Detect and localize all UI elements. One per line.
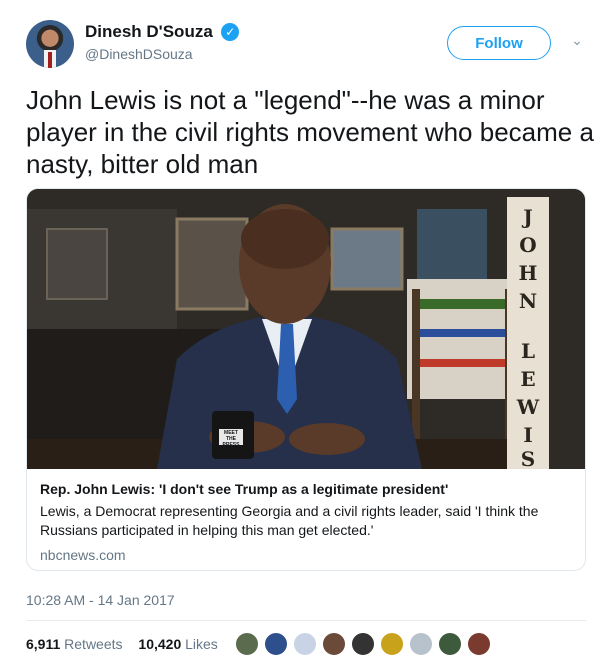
tweet-text: John Lewis is not a "legend"--he was a m…	[26, 85, 594, 179]
sign-letter: O	[519, 233, 537, 257]
sign-letter: W	[516, 395, 540, 419]
follow-button[interactable]: Follow	[447, 26, 551, 60]
liker-avatar[interactable]	[466, 631, 492, 657]
verified-badge-icon: ✓	[221, 23, 240, 41]
author-name-block[interactable]: Dinesh D'Souza ✓ @DineshDSouza	[85, 22, 240, 62]
sign-letter: E	[520, 367, 536, 391]
card-description: Lewis, a Democrat representing Georgia a…	[40, 503, 539, 538]
liker-avatar[interactable]	[437, 631, 463, 657]
sign-letter: S	[520, 447, 536, 469]
liker-avatar[interactable]	[350, 631, 376, 657]
sign-letter: I	[523, 423, 533, 447]
mug-label: MEET THE PRESS	[222, 430, 240, 448]
retweets-count: 6,911	[26, 636, 61, 652]
likes-stat[interactable]: 10,420 Likes	[138, 636, 217, 652]
sign-letter: J	[523, 205, 533, 229]
tweet-stats: 6,911 Retweets 10,420 Likes	[26, 636, 230, 652]
author-display-name[interactable]: Dinesh D'Souza	[85, 22, 213, 42]
retweets-label: Retweets	[64, 636, 123, 652]
tweet-header: Dinesh D'Souza ✓ @DineshDSouza Follow ⌄	[26, 18, 586, 70]
card-image[interactable]: J O H N L E W I S MEET THE PRESS	[27, 189, 585, 469]
liker-avatar[interactable]	[263, 631, 289, 657]
liker-avatar[interactable]	[379, 631, 405, 657]
sign-letter: N	[518, 289, 538, 313]
card-title[interactable]: Rep. John Lewis: 'I don't see Trump as a…	[40, 480, 575, 498]
liker-avatar[interactable]	[321, 631, 347, 657]
chevron-down-icon[interactable]: ⌄	[569, 32, 585, 48]
card-photo-illustration	[27, 189, 585, 469]
likes-label: Likes	[185, 636, 218, 652]
name-sign: J O H N L E W I S	[507, 197, 549, 469]
link-card[interactable]: J O H N L E W I S MEET THE PRESS Rep. Jo…	[26, 188, 586, 571]
sign-letter: H	[518, 261, 538, 285]
tweet-timestamp[interactable]: 10:28 AM - 14 Jan 2017	[26, 592, 175, 608]
liker-avatar[interactable]	[234, 631, 260, 657]
author-avatar[interactable]	[26, 20, 74, 68]
divider	[26, 620, 586, 621]
author-handle[interactable]: @DineshDSouza	[85, 46, 239, 62]
card-domain[interactable]: nbcnews.com	[40, 547, 575, 563]
likes-count: 10,420	[138, 636, 182, 652]
sign-letter: L	[520, 339, 536, 363]
card-body[interactable]: Rep. John Lewis: 'I don't see Trump as a…	[40, 480, 575, 563]
liker-avatar[interactable]	[408, 631, 434, 657]
liker-avatar[interactable]	[292, 631, 318, 657]
retweets-stat[interactable]: 6,911 Retweets	[26, 636, 123, 652]
avatar-tie	[48, 52, 52, 68]
